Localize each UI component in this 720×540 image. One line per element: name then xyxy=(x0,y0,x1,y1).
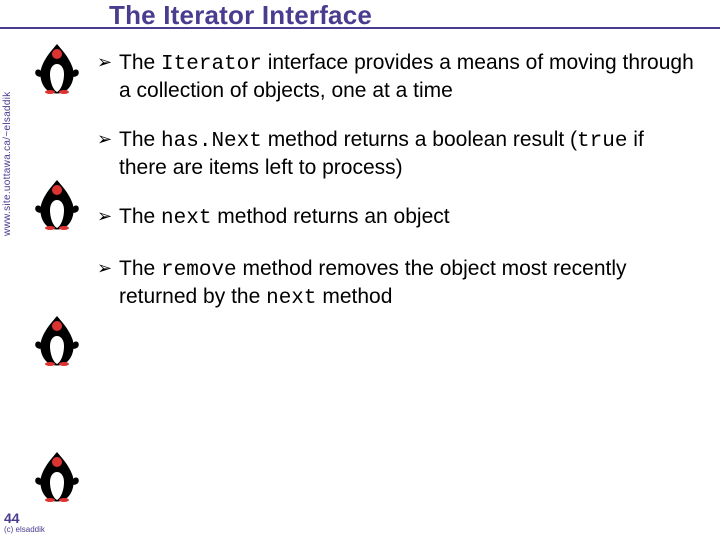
bullet-text: method returns a boolean result ( xyxy=(262,128,577,151)
code-text: next xyxy=(266,287,316,310)
code-text: true xyxy=(577,130,627,153)
bullet-text: The xyxy=(119,51,161,74)
footer: 44 (c) elsaddik xyxy=(4,511,45,534)
duke-mascot-icon xyxy=(32,178,82,230)
content-area: The Iterator interface provides a means … xyxy=(97,50,697,335)
bullet-text: The xyxy=(119,128,161,151)
bullet-item: The has.Next method returns a boolean re… xyxy=(97,127,697,180)
slide: The Iterator Interface www.site.uottawa.… xyxy=(0,0,720,540)
bullet-item: The remove method removes the object mos… xyxy=(97,256,697,311)
duke-mascot-icon xyxy=(32,42,82,94)
side-url-text: www.site.uottawa.ca/~elsaddik xyxy=(2,36,20,236)
bullet-text: method returns an object xyxy=(211,205,449,228)
slide-title: The Iterator Interface xyxy=(109,0,372,31)
code-text: has.Next xyxy=(161,130,262,153)
bullet-item: The next method returns an object xyxy=(97,204,697,232)
duke-mascot-icon xyxy=(32,450,82,502)
copyright-text: (c) elsaddik xyxy=(4,526,45,534)
code-text: next xyxy=(161,207,211,230)
bullet-text: The xyxy=(119,205,161,228)
bullet-text: method xyxy=(317,285,393,308)
code-text: Iterator xyxy=(161,53,262,76)
bullet-item: The Iterator interface provides a means … xyxy=(97,50,697,103)
bullet-text: The xyxy=(119,257,161,280)
duke-mascot-icon xyxy=(32,314,82,366)
page-number: 44 xyxy=(4,511,45,525)
code-text: remove xyxy=(161,259,237,282)
